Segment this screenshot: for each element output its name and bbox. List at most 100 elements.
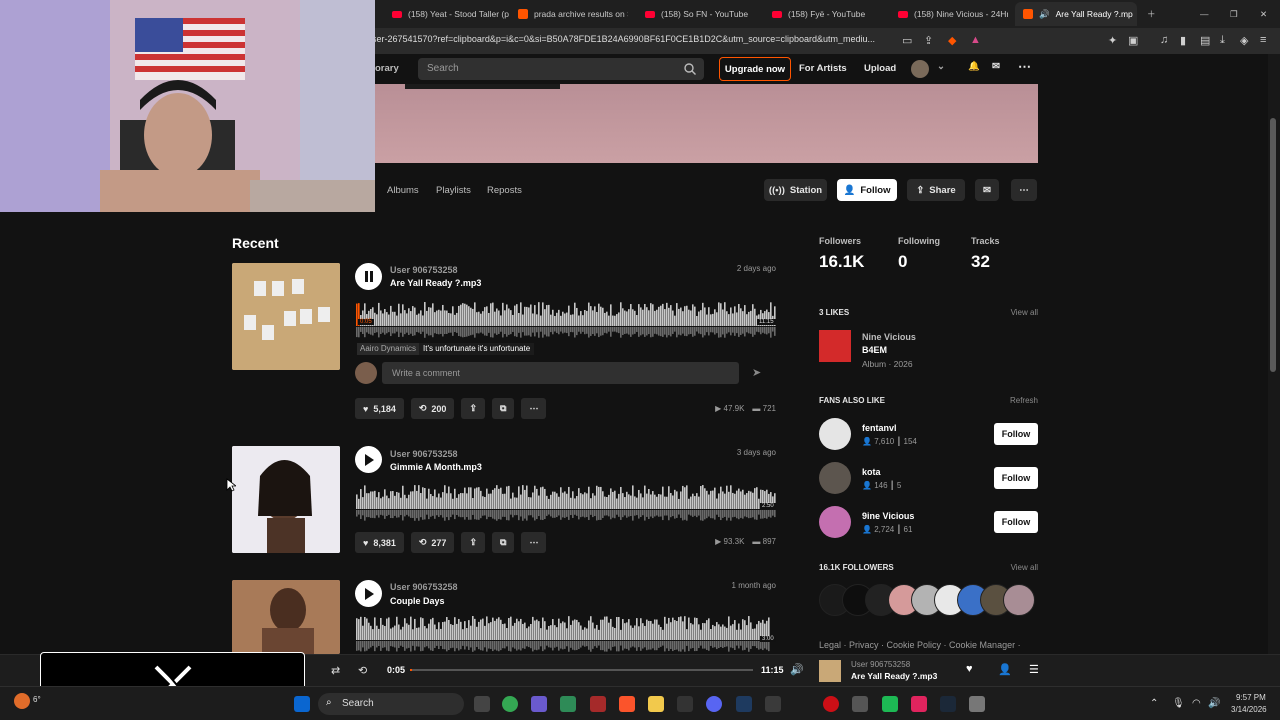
view-all-link[interactable]: View all [1011,563,1038,572]
avatar[interactable] [911,60,929,78]
liked-title[interactable]: B4EM [862,345,887,355]
follow-button[interactable]: 👤 Follow [837,179,897,201]
maximize-button[interactable]: ❐ [1230,4,1238,24]
queue-icon[interactable]: ☰ [1029,663,1039,676]
chevron-up-icon[interactable]: ⌃ [1150,698,1158,709]
avatar[interactable] [819,418,851,450]
following-count[interactable]: 0 [898,252,907,272]
url-field[interactable]: ser-267541570?ref=clipboard&p=i&c=0&si=B… [372,34,892,44]
discord-icon[interactable] [706,696,722,712]
volume-icon[interactable]: 🔊 [1208,698,1220,709]
play-button[interactable] [355,446,382,473]
brave-icon[interactable] [619,696,635,712]
browser-tab[interactable]: (158) Fyë - YouTube [772,4,890,24]
share-button[interactable]: ⇪ [461,532,485,553]
microphone-icon[interactable]: 🎙 [1172,698,1185,709]
download-icon[interactable]: ⤓ [1220,34,1225,47]
extensions-icon[interactable]: ✦ [1108,34,1117,47]
copilot-icon[interactable] [531,696,547,712]
track-user[interactable]: User 906753258 [390,582,458,592]
app-icon[interactable] [590,696,606,712]
repost-button[interactable]: ⟲ 200 [410,398,455,419]
waveform[interactable] [356,302,776,340]
spotify-icon[interactable] [882,696,898,712]
waveform[interactable] [356,485,776,523]
xbox-icon[interactable] [560,696,576,712]
followers-count[interactable]: 16.1K [819,252,864,272]
track-user[interactable]: User 906753258 [390,449,458,459]
album-cover[interactable] [819,330,851,362]
waveform[interactable] [356,616,770,654]
track-artwork[interactable] [232,446,340,553]
browser-tab[interactable]: (158) So FN - YouTube [645,4,763,24]
track-artwork[interactable] [232,263,340,370]
upload-link[interactable]: Upload [864,63,896,74]
heart-icon[interactable]: ♥ [966,663,973,675]
capcut-icon[interactable] [677,696,693,712]
now-playing-artwork[interactable] [819,660,841,682]
chevron-down-icon[interactable]: ⌄ [937,61,945,72]
fan-name[interactable]: kota [862,467,881,477]
sidebar-icon[interactable]: ▮ [1180,34,1186,47]
track-title[interactable]: Gimmie A Month.mp3 [390,462,482,472]
clock-date[interactable]: 3/14/2026 [1231,705,1267,714]
fan-name[interactable]: 9ine Vicious [862,511,914,521]
more-button[interactable]: ⋯ [521,532,547,553]
audio-app-icon[interactable] [736,696,752,712]
wifi-icon[interactable]: ◠ [1192,698,1201,709]
messages-icon[interactable]: ✉ [992,61,1000,72]
track-title[interactable]: Are Yall Ready ?.mp3 [390,278,481,288]
search-input[interactable]: Search [418,58,704,80]
track-title[interactable]: Couple Days [390,596,445,606]
repeat-icon[interactable]: ⟲ [358,664,367,677]
track-artwork[interactable] [232,580,340,654]
browser-tab-active[interactable]: 🔊Are Yall Ready ?.mp✕ [1015,2,1137,26]
menu-icon[interactable]: ≡ [1260,34,1266,46]
folder-icon[interactable] [648,696,664,712]
reading-list-icon[interactable]: ▤ [1200,34,1210,47]
follow-button[interactable]: Follow [994,423,1038,445]
steam-icon[interactable] [940,696,956,712]
more-button[interactable]: ⋯ [521,398,547,419]
browser-tab[interactable]: (158) Yeat - Stood Taller (p [392,4,510,24]
weather-icon[interactable] [14,693,30,709]
liked-artist[interactable]: Nine Vicious [862,332,916,342]
library-link[interactable]: orary [375,63,399,74]
for-artists-link[interactable]: For Artists [799,63,847,74]
share-icon[interactable]: ⇪ [924,34,933,47]
media-icon[interactable]: ♫ [1160,34,1168,46]
search-icon[interactable] [684,63,696,75]
bookmark-icon[interactable]: ▭ [902,34,912,47]
fan-name[interactable]: fentanvl [862,423,897,433]
chrome-icon[interactable] [502,696,518,712]
opera-icon[interactable] [823,696,839,712]
station-button[interactable]: ((•)) Station [764,179,827,201]
track-user[interactable]: User 906753258 [390,265,458,275]
like-button[interactable]: ♥ 8,381 [355,532,404,553]
refresh-link[interactable]: Refresh [1010,396,1038,405]
browser-tab[interactable]: prada archive results on Sc [518,4,628,24]
play-button[interactable] [355,580,382,607]
wallet-icon[interactable]: ▣ [1128,34,1138,47]
start-icon[interactable] [294,696,310,712]
new-tab-button[interactable]: ＋ [1147,4,1156,24]
keyboard-icon[interactable] [765,696,781,712]
share-button[interactable]: ⇪ Share [907,179,965,201]
follow-button[interactable]: Follow [994,511,1038,533]
view-all-link[interactable]: View all [1011,308,1038,317]
tracks-count[interactable]: 32 [971,252,990,272]
now-playing-user[interactable]: User 906753258 [851,660,910,669]
tab-albums[interactable]: Albums [387,185,419,196]
app2-icon[interactable] [911,696,927,712]
minimize-button[interactable]: — [1200,4,1209,24]
comment-input[interactable]: Write a comment [382,362,739,384]
now-playing-title[interactable]: Are Yall Ready ?.mp3 [851,671,937,681]
avatar[interactable] [819,462,851,494]
more-icon[interactable]: ⋯ [1018,59,1031,75]
pause-button[interactable] [355,263,382,290]
close-window-button[interactable]: ✕ [1260,4,1267,24]
more-button[interactable]: ⋯ [1011,179,1037,201]
vpn-icon[interactable]: ◈ [1240,34,1248,47]
repost-button[interactable]: ⟲ 277 [410,532,455,553]
progress-track[interactable] [410,669,753,671]
